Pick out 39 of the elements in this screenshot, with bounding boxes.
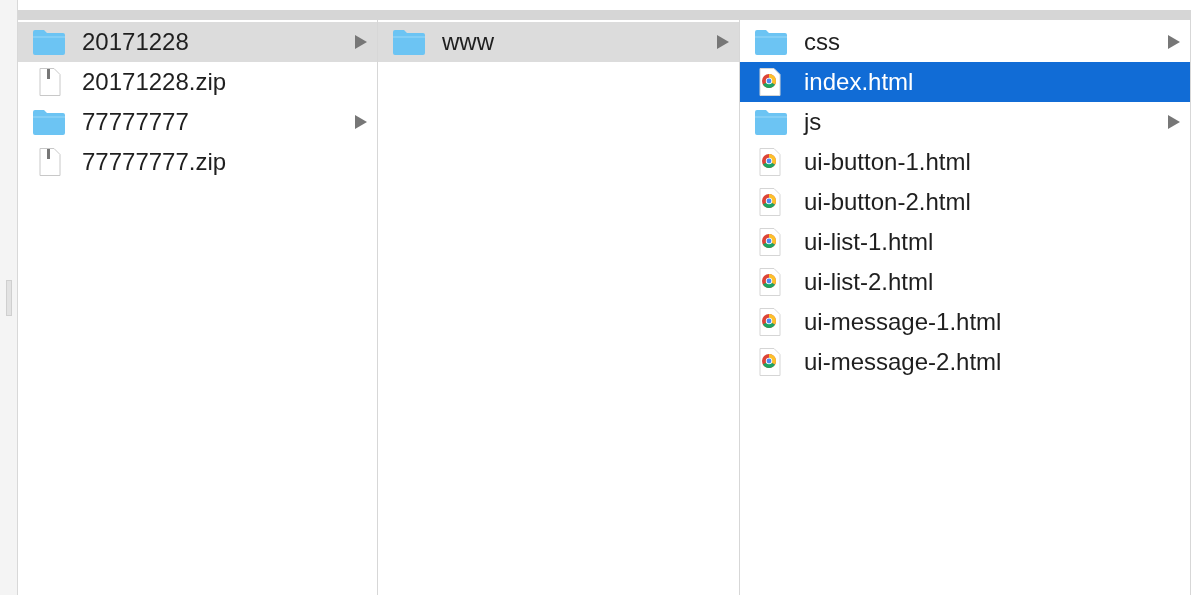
item-name: index.html <box>804 67 915 97</box>
resize-handle[interactable] <box>5 279 12 316</box>
item-name: css <box>804 27 841 57</box>
file-item[interactable]: ui-message-2.html <box>740 342 1190 382</box>
item-name: ui-list-1.html <box>804 227 935 257</box>
file-item[interactable]: ui-list-1.html <box>740 222 1190 262</box>
file-item[interactable]: ui-button-2.html <box>740 182 1190 222</box>
folder-icon <box>392 28 426 56</box>
item-name: ui-message-1.html <box>804 307 1003 337</box>
folder-item[interactable]: www <box>378 22 739 62</box>
item-name: ui-list-2.html <box>804 267 935 297</box>
disclosure-arrow-icon <box>355 115 367 129</box>
file-item[interactable]: ui-button-1.html <box>740 142 1190 182</box>
item-name: ui-button-1.html <box>804 147 972 177</box>
item-name: 77777777.zip <box>82 147 228 177</box>
item-name: js <box>804 107 823 137</box>
disclosure-arrow-icon <box>355 35 367 49</box>
folder-icon <box>754 108 788 136</box>
folder-item[interactable]: 20171228 <box>18 22 377 62</box>
item-name: 77777777 <box>82 107 190 137</box>
folder-item[interactable]: 77777777 <box>18 102 377 142</box>
disclosure-arrow-icon <box>1168 35 1180 49</box>
folder-icon <box>32 108 66 136</box>
file-item[interactable]: index.html <box>740 62 1190 102</box>
file-item[interactable]: 77777777.zip <box>18 142 377 182</box>
folder-icon <box>32 28 66 56</box>
folder-item[interactable]: css <box>740 22 1190 62</box>
item-name: 20171228 <box>82 27 190 57</box>
item-name: ui-button-2.html <box>804 187 972 217</box>
item-name: 20171228.zip <box>82 67 228 97</box>
item-name: www <box>442 27 495 57</box>
folder-icon <box>754 28 788 56</box>
folder-item[interactable]: js <box>740 102 1190 142</box>
file-item[interactable]: 20171228.zip <box>18 62 377 102</box>
file-item[interactable]: ui-list-2.html <box>740 262 1190 302</box>
file-item[interactable]: ui-message-1.html <box>740 302 1190 342</box>
disclosure-arrow-icon <box>1168 115 1180 129</box>
disclosure-arrow-icon <box>717 35 729 49</box>
item-name: ui-message-2.html <box>804 347 1003 377</box>
